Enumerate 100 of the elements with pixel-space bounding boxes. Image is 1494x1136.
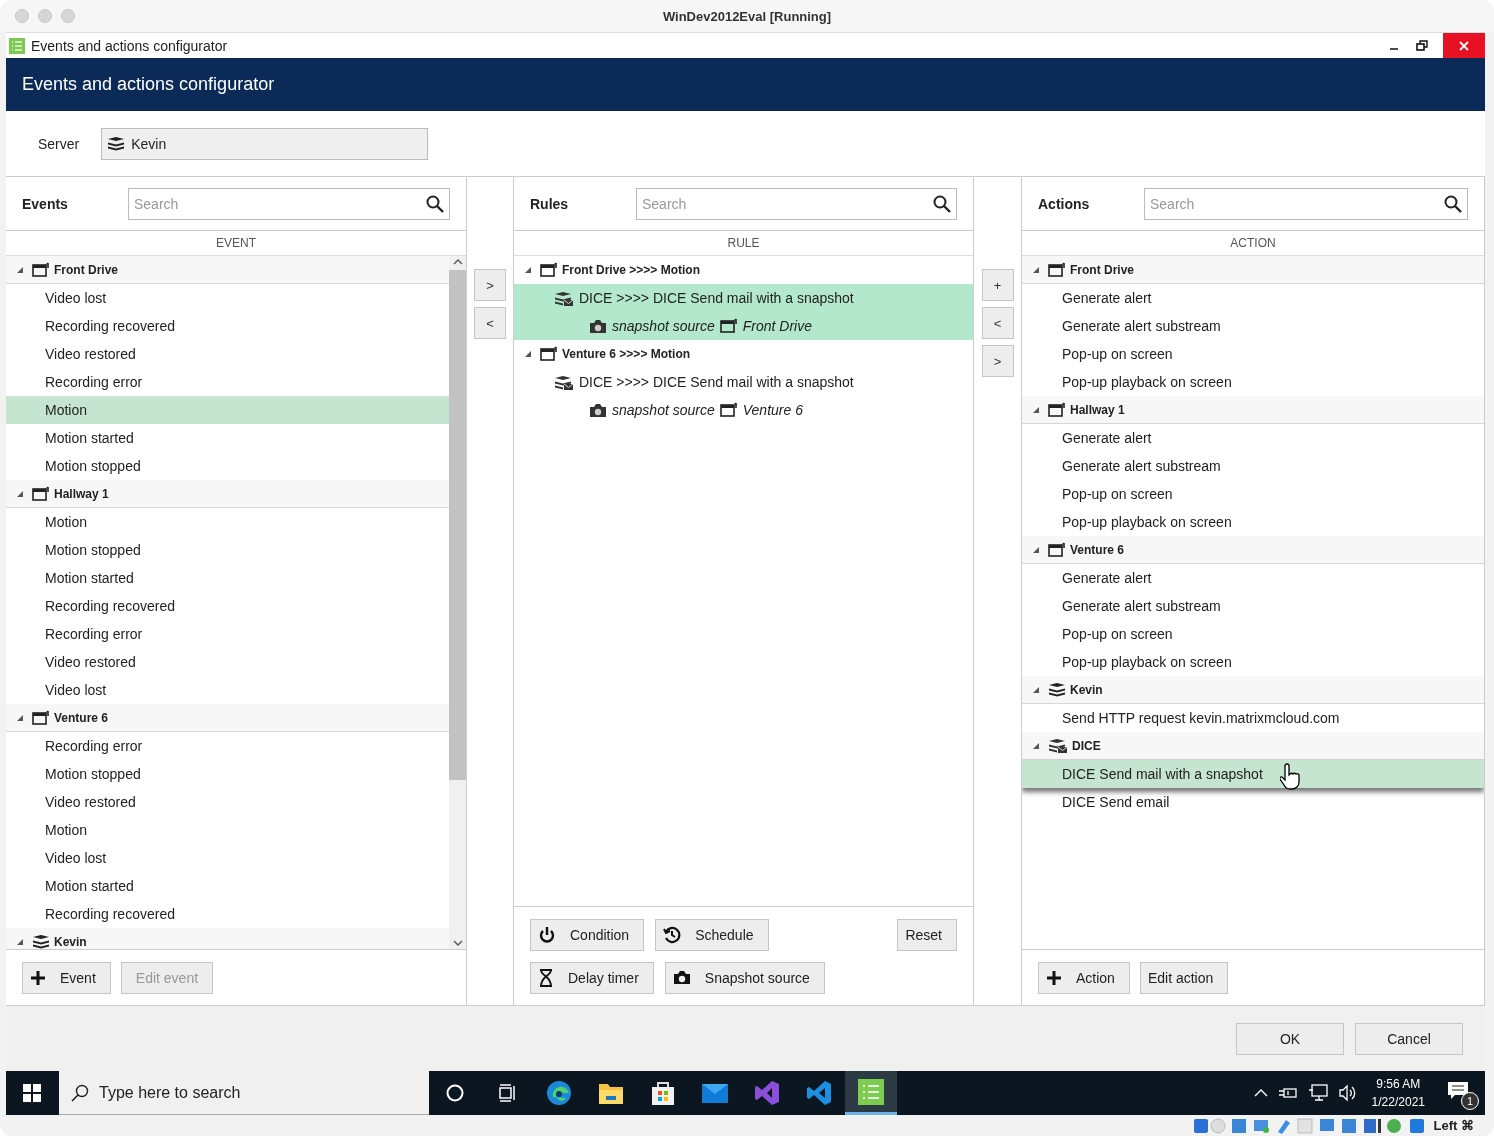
tree-group-row[interactable]: Kevin (1022, 676, 1484, 704)
scroll-down-icon[interactable] (452, 939, 463, 947)
transfer-button[interactable]: > (981, 345, 1014, 377)
event-item[interactable]: Motion started (6, 872, 449, 900)
notifications-icon[interactable] (1447, 1081, 1469, 1101)
action-item[interactable]: Pop-up playback on screen (1022, 648, 1484, 676)
action-item[interactable]: Pop-up on screen (1022, 480, 1484, 508)
schedule-button[interactable]: Schedule (655, 918, 769, 951)
speaker-icon[interactable] (1337, 1084, 1358, 1102)
search-field[interactable]: Search (1144, 187, 1468, 220)
action-item[interactable]: Pop-up playback on screen (1022, 508, 1484, 536)
event-item[interactable]: Motion (6, 816, 449, 844)
camera-name: Venture 6 (742, 402, 803, 418)
taskbar-search-field[interactable]: Type here to search (59, 1071, 429, 1115)
transfer-button[interactable]: < (981, 307, 1014, 339)
event-item[interactable]: Recording error (6, 368, 449, 396)
action-item[interactable]: Generate alert substream (1022, 312, 1484, 340)
action-item[interactable]: Pop-up on screen (1022, 340, 1484, 368)
power-plug-icon[interactable] (1277, 1086, 1298, 1100)
event-item[interactable]: Recording recovered (6, 312, 449, 340)
cancel-button[interactable]: Cancel (1355, 1022, 1463, 1055)
expanded-arrow-icon[interactable] (1032, 685, 1040, 694)
event-item[interactable]: Video lost (6, 284, 449, 312)
event-item[interactable]: Motion (6, 396, 449, 424)
tree-group-row[interactable]: Kevin (6, 928, 449, 949)
close-button[interactable] (1443, 33, 1485, 58)
transfer-button[interactable]: + (981, 269, 1014, 301)
event-item[interactable]: Recording error (6, 732, 449, 760)
event-item[interactable]: Motion stopped (6, 760, 449, 788)
add-event-button[interactable]: Event (22, 961, 111, 994)
action-item[interactable]: DICE Send mail with a snapshot (1022, 760, 1484, 788)
windows-start-icon[interactable] (23, 1084, 41, 1102)
action-item[interactable]: Pop-up on screen (1022, 620, 1484, 648)
tree-group-row[interactable]: DICE (1022, 732, 1484, 760)
restore-icon[interactable] (1415, 38, 1429, 53)
server-field[interactable]: Kevin (101, 127, 429, 160)
action-item[interactable]: Generate alert (1022, 564, 1484, 592)
search-icon[interactable] (933, 194, 951, 213)
tree-group-row[interactable]: Venture 6 (1022, 536, 1484, 564)
expanded-arrow-icon[interactable] (524, 350, 532, 358)
action-item[interactable]: Generate alert (1022, 284, 1484, 312)
snapshot-button[interactable]: Snapshot source (664, 961, 825, 994)
event-item[interactable]: Video restored (6, 788, 449, 816)
rule-action-entry[interactable]: DICE >>>> DICE Send mail with a snapshot snapshot source Front Drive (514, 284, 973, 340)
action-item[interactable]: DICE Send email (1022, 788, 1484, 816)
event-item[interactable]: Motion started (6, 564, 449, 592)
clock-time[interactable]: 9:56 AM (1376, 1075, 1421, 1093)
event-item[interactable]: Motion stopped (6, 452, 449, 480)
window-close-dot[interactable] (15, 9, 29, 23)
expanded-arrow-icon[interactable] (524, 266, 532, 274)
event-item[interactable]: Recording error (6, 620, 449, 648)
search-field[interactable]: Search (128, 187, 450, 220)
expanded-arrow-icon[interactable] (1032, 265, 1040, 274)
expanded-arrow-icon[interactable] (16, 713, 24, 722)
add-action-button[interactable]: Action (1038, 961, 1130, 994)
window-zoom-dot[interactable] (61, 9, 75, 23)
tree-group-row[interactable]: Front Drive (1022, 256, 1484, 284)
action-item[interactable]: Generate alert substream (1022, 592, 1484, 620)
tree-group-row[interactable]: Hallway 1 (6, 480, 449, 508)
delay-button[interactable]: Delay timer (530, 961, 654, 994)
event-item[interactable]: Motion started (6, 424, 449, 452)
expanded-arrow-icon[interactable] (1032, 405, 1040, 414)
window-minimize-dot[interactable] (38, 9, 52, 23)
tree-group-row[interactable]: Front Drive (6, 256, 449, 284)
network-icon[interactable] (1307, 1084, 1328, 1102)
chevron-up-icon[interactable] (1253, 1088, 1268, 1098)
search-icon[interactable] (1444, 194, 1462, 213)
event-item[interactable]: Video lost (6, 844, 449, 872)
expanded-arrow-icon[interactable] (1032, 545, 1040, 554)
action-item[interactable]: Send HTTP request kevin.matrixmcloud.com (1022, 704, 1484, 732)
search-field[interactable]: Search (636, 187, 957, 220)
event-item[interactable]: Video restored (6, 340, 449, 368)
search-icon[interactable] (426, 194, 444, 213)
expanded-arrow-icon[interactable] (1032, 741, 1040, 750)
scroll-up-icon[interactable] (452, 258, 463, 266)
condition-button[interactable]: Condition (530, 918, 645, 951)
scrollbar[interactable] (449, 256, 466, 949)
reset-button[interactable]: Reset (897, 918, 957, 951)
event-item[interactable]: Recording recovered (6, 592, 449, 620)
transfer-button[interactable]: > (474, 269, 506, 301)
event-item[interactable]: Video restored (6, 648, 449, 676)
expanded-arrow-icon[interactable] (16, 937, 24, 946)
transfer-button[interactable]: < (474, 307, 506, 339)
expanded-arrow-icon[interactable] (16, 265, 24, 274)
clock-date[interactable]: 1/22/2021 (1371, 1093, 1425, 1111)
edit-action-button[interactable]: Edit action (1139, 961, 1229, 994)
ok-button[interactable]: OK (1236, 1022, 1344, 1055)
taskbar-app[interactable] (845, 1071, 897, 1115)
rule-action-entry[interactable]: DICE >>>> DICE Send mail with a snapshot snapshot source Venture 6 (514, 368, 973, 424)
expanded-arrow-icon[interactable] (16, 489, 24, 498)
event-item[interactable]: Motion stopped (6, 536, 449, 564)
event-item[interactable]: Motion (6, 508, 449, 536)
tree-group-row[interactable]: Venture 6 (6, 704, 449, 732)
event-item[interactable]: Recording recovered (6, 900, 449, 928)
action-item[interactable]: Pop-up playback on screen (1022, 368, 1484, 396)
action-item[interactable]: Generate alert substream (1022, 452, 1484, 480)
event-item[interactable]: Video lost (6, 676, 449, 704)
tree-group-row[interactable]: Hallway 1 (1022, 396, 1484, 424)
snapshot-source-label: snapshot source (612, 402, 715, 418)
action-item[interactable]: Generate alert (1022, 424, 1484, 452)
